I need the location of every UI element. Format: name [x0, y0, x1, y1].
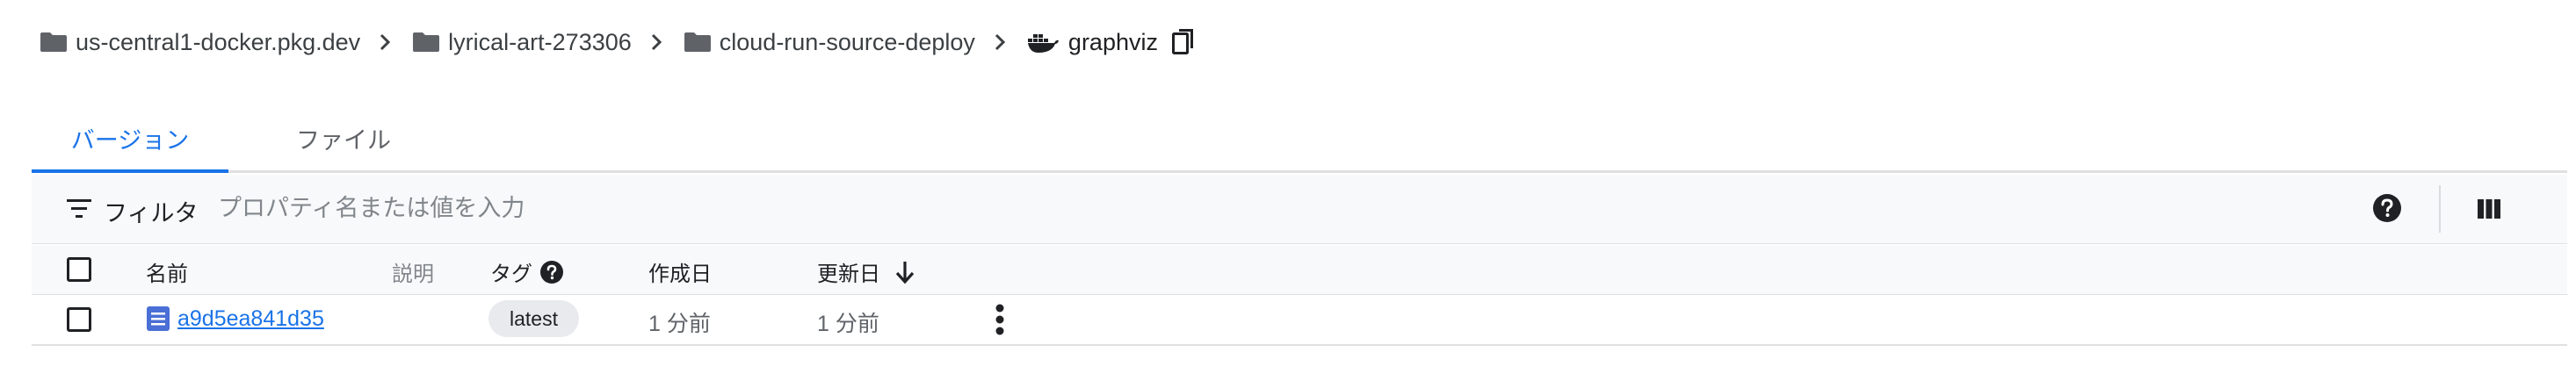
filter-bar: フィルタ [32, 175, 2567, 244]
column-header-label: 作成日 [648, 262, 712, 286]
breadcrumb-label: lyrical-art-273306 [448, 28, 632, 55]
row-checkbox[interactable] [67, 307, 91, 332]
filter-icon [67, 199, 91, 218]
chevron-right-icon [995, 33, 1006, 51]
column-header-label: 説明 [392, 262, 434, 286]
updated-cell: 1 分前 [817, 312, 879, 336]
more-vert-icon[interactable] [995, 304, 1005, 335]
breadcrumb-item-host[interactable]: us-central1-docker.pkg.dev [40, 29, 413, 56]
document-icon [147, 306, 170, 331]
column-header-name[interactable]: 名前 [146, 256, 188, 287]
arrow-down-icon[interactable] [894, 260, 915, 284]
tag-chip: latest [488, 300, 579, 337]
folder-icon [413, 32, 440, 52]
breadcrumb-label: cloud-run-source-deploy [719, 28, 975, 55]
select-all-checkbox[interactable] [67, 257, 91, 282]
breadcrumb-label: graphviz [1067, 28, 1158, 55]
breadcrumb-item-repository[interactable]: cloud-run-source-deploy [684, 29, 1028, 56]
column-header-label: 名前 [146, 262, 188, 286]
table-header: 名前 説明 タグ 作成日 更新日 [32, 245, 2567, 295]
version-link[interactable]: a9d5ea841d35 [177, 306, 324, 332]
tab-versions[interactable]: バージョン [32, 105, 228, 173]
chevron-right-icon [651, 33, 662, 51]
chevron-right-icon [380, 33, 391, 51]
help-icon[interactable] [539, 260, 564, 284]
breadcrumb: us-central1-docker.pkg.dev lyrical-art-2… [40, 25, 1195, 60]
docker-icon [1027, 34, 1059, 53]
created-cell: 1 分前 [648, 312, 711, 336]
copy-icon[interactable] [1171, 29, 1195, 55]
table-row: a9d5ea841d35 latest 1 分前 1 分前 [32, 295, 2567, 346]
folder-icon [684, 32, 711, 52]
help-icon[interactable] [2372, 193, 2402, 223]
column-header-tags[interactable]: タグ [490, 256, 564, 287]
column-header-label: タグ [490, 262, 532, 286]
filter-input[interactable] [218, 189, 1272, 227]
column-header-created[interactable]: 作成日 [648, 256, 712, 287]
column-header-label: 更新日 [817, 262, 880, 286]
toolbar-divider [2439, 185, 2441, 233]
breadcrumb-label: us-central1-docker.pkg.dev [76, 28, 361, 55]
column-display-icon[interactable] [2476, 196, 2502, 222]
folder-icon [40, 32, 67, 52]
tab-files[interactable]: ファイル [260, 105, 427, 170]
tab-bar: バージョン ファイル [32, 105, 2567, 173]
column-header-updated[interactable]: 更新日 [817, 256, 915, 287]
breadcrumb-item-image: graphviz [1027, 28, 1195, 56]
filter-label: フィルタ [104, 200, 199, 226]
tab-label: ファイル [296, 126, 391, 154]
tab-label: バージョン [70, 126, 190, 154]
breadcrumb-item-project[interactable]: lyrical-art-273306 [413, 29, 684, 56]
column-header-description: 説明 [392, 256, 434, 287]
name-cell: a9d5ea841d35 [146, 306, 324, 332]
